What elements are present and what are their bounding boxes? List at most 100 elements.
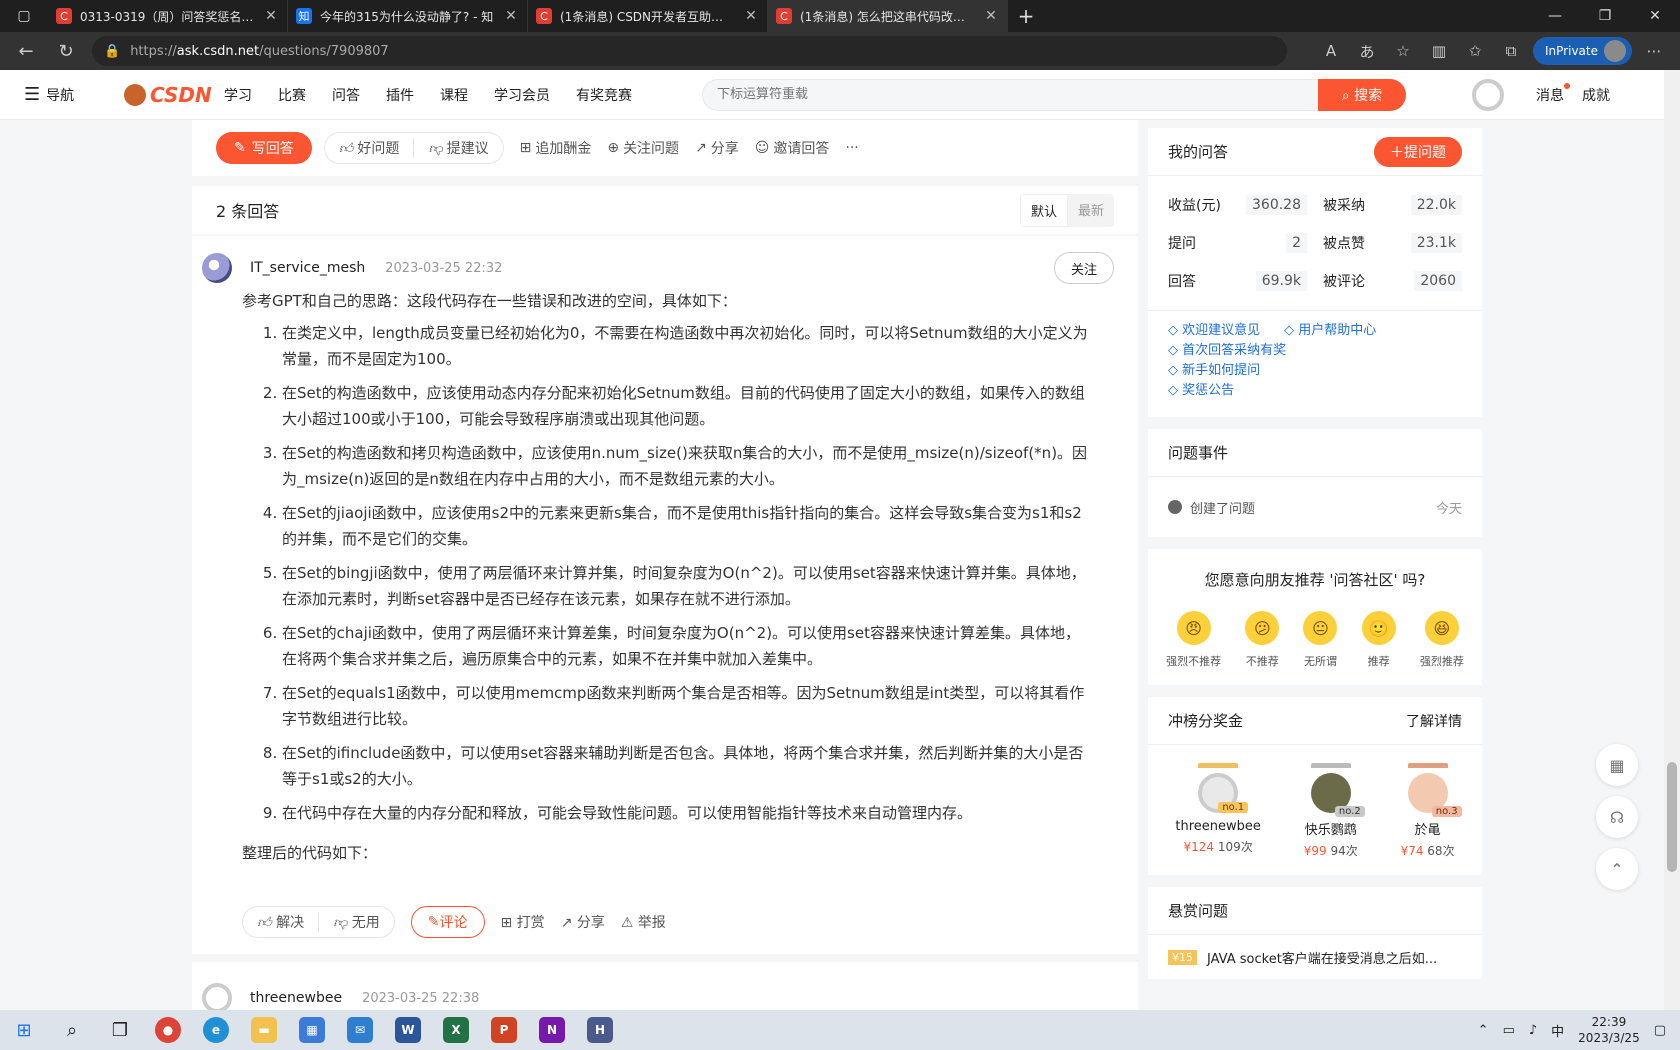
refresh-icon[interactable]: ↻ [52,37,80,65]
tray-expand-icon[interactable]: ⌃ [1478,1023,1489,1038]
onenote-icon[interactable]: N [528,1010,576,1050]
link-help-center[interactable]: ◇ 用户帮助中心 [1284,321,1376,341]
tab-actions-icon[interactable]: ▢ [0,0,48,32]
user-avatar[interactable] [1472,78,1504,111]
file-explorer-icon[interactable]: ▬ [240,1010,288,1050]
more-menu-icon[interactable]: ⋯ [1640,42,1668,60]
nav-link-award[interactable]: 有奖竞赛 [576,85,632,105]
headset-icon[interactable]: ☊ [1596,796,1638,838]
rating-not[interactable]: 😕 不推荐 [1245,611,1280,669]
close-icon[interactable]: ✕ [983,8,999,24]
nav-link-plugin[interactable]: 插件 [386,85,414,105]
share-button[interactable]: ↗ 分享 [695,138,739,158]
answer-share-button[interactable]: ↗ 分享 [561,912,605,932]
restore-icon[interactable]: ❐ [1580,8,1630,24]
excel-icon[interactable]: X [432,1010,480,1050]
scrollbar-thumb[interactable] [1667,762,1677,872]
task-view-icon[interactable]: ❐ [96,1010,144,1050]
back-arrow-icon[interactable]: ← [12,37,40,65]
report-button[interactable]: ⚠ 举报 [621,912,666,932]
follow-question-button[interactable]: ⊕ 关注问题 [607,138,679,158]
search-icon[interactable]: ⌕ [48,1010,96,1050]
store-icon[interactable]: ▦ [288,1010,336,1050]
qrcode-icon[interactable]: ▦ [1596,744,1638,786]
close-window-icon[interactable]: ✕ [1630,8,1680,24]
browser-tab-2[interactable]: 知 今年的315为什么没动静了? - 知 ✕ [288,0,528,32]
browser-tab-4-active[interactable]: C (1条消息) 怎么把这串代码改正确 ✕ [768,0,1008,32]
system-clock[interactable]: 22:39 2023/3/25 [1578,1014,1640,1046]
minimize-icon[interactable]: — [1530,8,1580,24]
mail-icon[interactable]: ✉ [336,1010,384,1050]
leaderboard-more-link[interactable]: 了解详情 [1406,711,1462,731]
achievements-link[interactable]: 成就 [1582,85,1610,105]
favorite-star-icon[interactable]: ☆ [1389,42,1417,60]
author-name[interactable]: threenewbee [250,990,342,1006]
suggest-button[interactable]: 👎︎ 提建议 [413,138,502,158]
address-bar: ← ↻ 🔒 https://ask.csdn.net/questions/790… [0,32,1680,70]
rating-recommend[interactable]: 🙂 推荐 [1361,611,1396,669]
volume-icon[interactable]: ♪ [1529,1023,1537,1038]
solved-button[interactable]: 👍︎ 解决 [243,912,318,932]
nav-link-contest[interactable]: 比赛 [278,85,306,105]
favorites-icon[interactable]: ✩ [1461,42,1489,60]
link-how-to-ask[interactable]: ◇ 新手如何提问 [1168,361,1462,381]
rating-strongly[interactable]: 😆 强烈推荐 [1420,611,1464,669]
close-icon[interactable]: ✕ [743,8,759,24]
search-button[interactable]: ⌕ 搜索 [1318,78,1406,111]
read-aloud-icon[interactable]: A [1317,42,1345,60]
close-icon[interactable]: ✕ [503,8,519,24]
good-question-button[interactable]: 👍︎ 好问题 [325,138,414,158]
author-name[interactable]: IT_service_mesh [250,260,365,276]
windows-start-icon[interactable]: ⊞ [0,1010,48,1050]
useless-button[interactable]: 👎︎ 无用 [318,912,394,932]
rank-item-1[interactable]: no.1 threenewbee ¥124 109次 [1175,763,1261,859]
new-tab-plus-icon[interactable]: + [1008,4,1044,28]
comment-button[interactable]: ✎ 评论 [410,906,485,938]
ime-indicator[interactable]: 中 [1551,1021,1564,1040]
nav-link-qa[interactable]: 问答 [332,85,360,105]
author-avatar[interactable] [202,983,232,1013]
notification-icon[interactable]: ▢ [1654,1023,1666,1038]
collections-icon[interactable]: ⧉ [1497,42,1525,60]
split-screen-icon[interactable]: ▥ [1425,42,1453,60]
add-bounty-button[interactable]: ⊞ 追加酬金 [520,138,592,158]
close-icon[interactable]: ✕ [263,8,279,24]
page-scrollbar[interactable] [1664,70,1680,1010]
messages-link[interactable]: 消息 [1536,82,1570,105]
browser-tab-3[interactable]: C (1条消息) CSDN开发者互助问答 ✕ [528,0,768,32]
nav-link-study[interactable]: 学习 [224,85,252,105]
nav-menu-button[interactable]: ☰ 导航 [24,84,124,105]
translate-icon[interactable]: あ [1353,41,1381,62]
nav-link-course[interactable]: 课程 [440,85,468,105]
link-announcement[interactable]: ◇ 奖惩公告 [1168,381,1462,401]
back-to-top-icon[interactable]: ⌃ [1596,848,1638,890]
csdn-logo[interactable]: CSDN [124,83,224,107]
search-input[interactable] [702,78,1318,111]
rating-neutral[interactable]: 😐 无所谓 [1303,611,1338,669]
author-avatar[interactable] [202,253,232,283]
sort-default-tab[interactable]: 默认 [1019,193,1068,227]
rank-item-2[interactable]: no.2 快乐鹦鹉 ¥99 94次 [1304,763,1365,859]
app-icon[interactable]: H [576,1010,624,1050]
more-actions-icon[interactable]: ··· [845,140,858,156]
nav-link-vip[interactable]: 学习会员 [494,85,550,105]
ask-question-button[interactable]: ＋ 提问题 [1374,136,1462,167]
write-answer-button[interactable]: ✎ 写回答 [216,132,312,164]
powerpoint-icon[interactable]: P [480,1010,528,1050]
browser-tab-1[interactable]: C 0313-0319（周）问答奖惩名单公 ✕ [48,0,288,32]
reward-question-item[interactable]: ¥15 JAVA socket客户端在接受消息之后如... [1148,935,1482,979]
edge-icon[interactable]: e [192,1010,240,1050]
url-input[interactable]: 🔒 https://ask.csdn.net/questions/7909807 [92,36,1287,66]
rank-item-3[interactable]: no.3 於黾 ¥74 68次 [1401,763,1462,859]
word-icon[interactable]: W [384,1010,432,1050]
tip-button[interactable]: ⊞ 打赏 [501,912,545,932]
sort-latest-tab[interactable]: 最新 [1068,194,1114,227]
link-feedback[interactable]: ◇ 欢迎建议意见 [1168,321,1260,341]
rating-strongly-not[interactable]: 😠 强烈不推荐 [1166,611,1221,669]
network-icon[interactable]: ▭ [1503,1023,1515,1038]
chrome-icon[interactable]: ● [144,1010,192,1050]
inprivate-button[interactable]: InPrivate [1533,37,1632,65]
link-first-answer[interactable]: ◇ 首次回答采纳有奖 [1168,341,1462,361]
follow-author-button[interactable]: 关注 [1053,252,1114,284]
invite-answer-button[interactable]: ☺ 邀请回答 [755,138,830,158]
